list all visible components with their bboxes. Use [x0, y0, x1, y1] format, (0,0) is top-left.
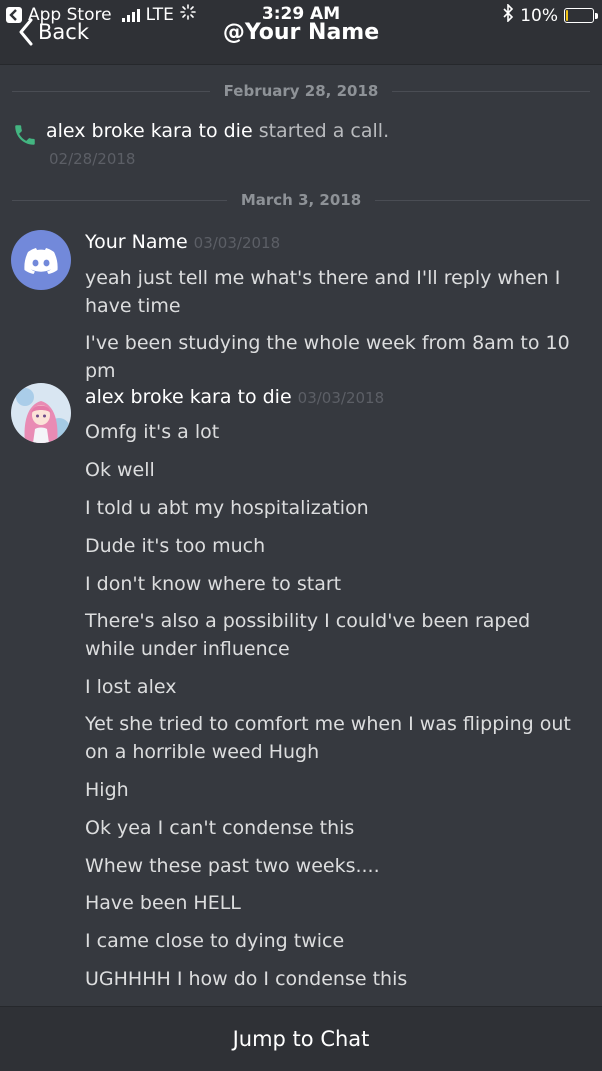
message-text[interactable]: Ok well [85, 456, 585, 484]
message-text[interactable]: Ok yea I can't condense this [85, 814, 585, 842]
message-text[interactable]: I don't know where to start [85, 570, 585, 598]
message-text[interactable]: I lost alex [85, 673, 585, 701]
anime-girl-avatar-image [11, 383, 71, 443]
author-name[interactable]: Your Name [85, 231, 188, 253]
author-name[interactable]: alex broke kara to die [85, 386, 292, 408]
date-divider: March 3, 2018 [12, 190, 591, 210]
message-text[interactable]: yeah just tell me what's there and I'll … [85, 264, 585, 320]
discord-logo-avatar[interactable] [11, 230, 71, 290]
top-bar: App Store LTE 3:29 AM 10% Back @Your Nam… [0, 0, 602, 65]
message-text[interactable]: UGHHHH I how do I condense this [85, 965, 585, 993]
divider-line [392, 90, 590, 92]
anime-girl-avatar[interactable] [11, 383, 71, 443]
date-divider: February 28, 2018 [12, 81, 590, 101]
message-timestamp: 03/03/2018 [297, 389, 385, 407]
message-text[interactable]: Whew these past two weeks.... [85, 852, 585, 880]
date-divider-label: March 3, 2018 [240, 191, 362, 209]
message-text[interactable]: Have been HELL [85, 889, 585, 917]
date-divider-label: February 28, 2018 [223, 82, 379, 100]
divider-line [12, 199, 227, 201]
message-text[interactable]: I've been studying the whole week from 8… [85, 329, 585, 385]
message-text[interactable]: High [85, 776, 585, 804]
page-title: @Your Name [222, 20, 380, 45]
jump-to-chat-button[interactable]: Jump to Chat [0, 1006, 602, 1071]
call-action: started a call. [252, 120, 390, 142]
message-text[interactable]: Yet she tried to comfort me when I was f… [85, 710, 585, 766]
message-header: Your Name 03/03/2018 [85, 231, 280, 253]
message-text[interactable]: I told u abt my hospitalization [85, 494, 585, 522]
call-event-text: alex broke kara to die started a call. [46, 120, 389, 142]
message-text[interactable]: Dude it's too much [85, 532, 585, 560]
message-text[interactable]: There's also a possibility I could've be… [85, 607, 585, 663]
jump-to-chat-label: Jump to Chat [232, 1027, 370, 1051]
call-user[interactable]: alex broke kara to die [46, 120, 253, 142]
call-date: 02/28/2018 [49, 150, 136, 168]
divider-line [375, 199, 591, 201]
phone-icon [15, 125, 35, 145]
message-text[interactable]: Omfg it's a lot [85, 418, 585, 446]
discord-logo-icon [24, 248, 58, 274]
message-feed[interactable]: February 28, 2018 alex broke kara to die… [0, 65, 602, 1005]
message-text[interactable]: I came close to dying twice [85, 927, 585, 955]
message-timestamp: 03/03/2018 [193, 234, 281, 252]
message-header: alex broke kara to die 03/03/2018 [85, 386, 384, 408]
divider-line [12, 90, 210, 92]
